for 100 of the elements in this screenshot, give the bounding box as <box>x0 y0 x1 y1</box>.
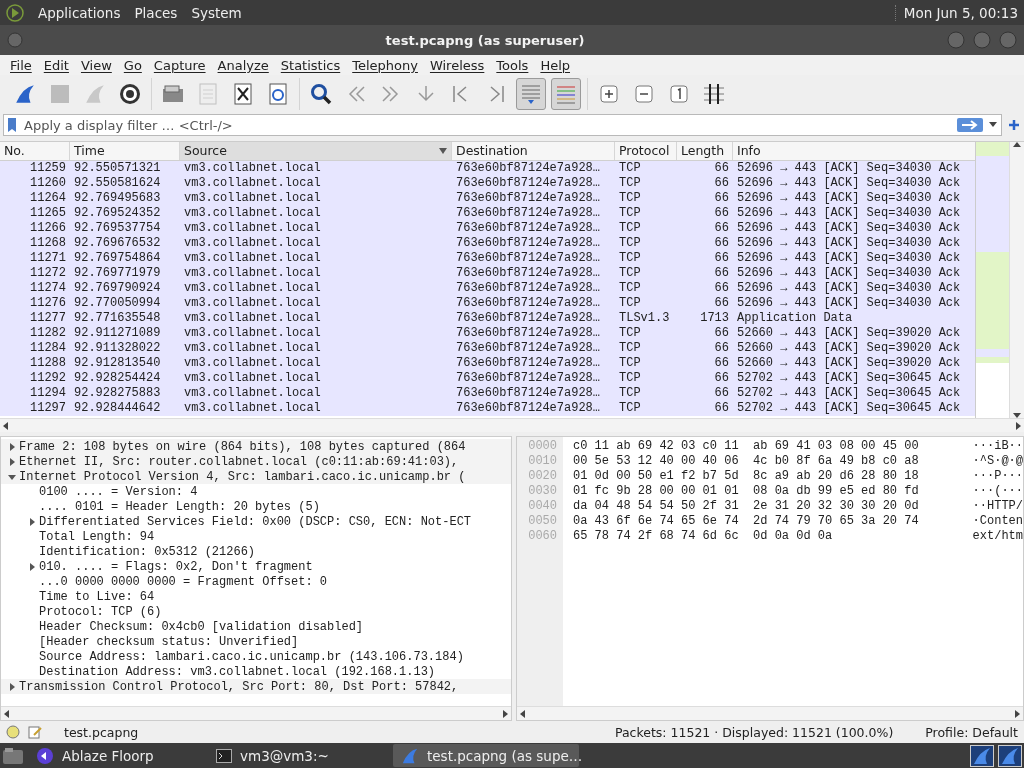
taskbar-item[interactable]: vm3@vm3:~ <box>208 744 389 767</box>
table-cell-text: TLSv1.3 <box>618 311 671 326</box>
hex-bytes[interactable]: 01 0d 00 50 e1 f2 b7 5d 8c a9 ab 20 d6 28 80 18 <box>573 469 963 484</box>
hex-bytes[interactable]: 01 fc 9b 28 00 00 01 01 08 0a db 99 e5 ed 80 fd <box>573 484 963 499</box>
collapsed-arrow-icon[interactable] <box>8 442 16 451</box>
table-cell-text: TCP <box>618 251 642 266</box>
menu-item[interactable]: Edit <box>37 57 75 73</box>
table-cell-text: TCP <box>618 281 642 296</box>
window-control-icon[interactable] <box>972 30 992 50</box>
tree-item[interactable]: Source Address: lambari.caco.ic.unicamp.br (143.106.73.184) <box>39 649 464 664</box>
menu-item[interactable]: Analyze <box>211 57 275 73</box>
menu-item[interactable]: Telephony <box>346 57 424 73</box>
table-cell-text: 92.771635548 <box>73 311 162 326</box>
tree-item[interactable]: Total Length: 94 <box>39 529 155 544</box>
table-cell-text: 52696 → 443 [ACK] Seq=34030 Ack <box>736 296 962 311</box>
menu-item[interactable]: File <box>4 57 38 73</box>
table-cell-text: 92.550581624 <box>73 176 162 191</box>
ascii-bytes[interactable]: ···(··· <box>963 484 1023 499</box>
column-header[interactable]: Source <box>180 142 452 160</box>
menu-item[interactable]: Capture <box>147 57 212 73</box>
menu-item[interactable]: Tools <box>490 57 535 73</box>
tree-item[interactable]: Differentiated Services Field: 0x00 (DSCP: CS0, ECN: Not-ECT <box>39 514 472 529</box>
tree-item[interactable]: Protocol: TCP (6) <box>39 604 162 619</box>
table-cell-text: 52702 → 443 [ACK] Seq=30645 Ack <box>736 386 962 401</box>
table-cell-text: 763e60bf87124e7a928… <box>455 401 602 416</box>
add-filter-icon[interactable] <box>1008 119 1020 131</box>
horizontal-scrollbar[interactable] <box>1 706 511 720</box>
file-manager-icon[interactable] <box>2 745 24 766</box>
edit-icon[interactable] <box>28 725 42 739</box>
table-cell-text: 11292 <box>29 371 67 386</box>
display-filter-field[interactable]: Apply a display filter … <Ctrl-/> <box>22 116 951 134</box>
workspace-icon[interactable] <box>998 744 1022 767</box>
window-control-icon[interactable] <box>998 30 1018 50</box>
menu-item[interactable]: Statistics <box>274 57 347 73</box>
menu-item[interactable]: Help <box>534 57 576 73</box>
column-header[interactable]: Destination <box>452 142 615 160</box>
column-header[interactable]: No. <box>0 142 70 160</box>
ascii-bytes[interactable]: ··HTTP/ <box>963 499 1023 514</box>
hex-bytes[interactable]: 0a 43 6f 6e 74 65 6e 74 2d 74 79 70 65 3a 20 74 <box>573 514 963 529</box>
ascii-bytes[interactable]: ···iB·· <box>963 439 1023 454</box>
ascii-bytes[interactable]: ·^S·@·@ <box>963 454 1023 469</box>
tree-item[interactable]: 0100 .... = Version: 4 <box>39 484 198 499</box>
tree-item[interactable]: Identification: 0x5312 (21266) <box>39 544 256 559</box>
tree-item[interactable]: ...0 0000 0000 0000 = Fragment Offset: 0 <box>39 574 328 589</box>
clock[interactable]: Mon Jun 5, 00:13 <box>894 4 1018 21</box>
panel-menu[interactable]: System <box>191 4 242 21</box>
expanded-arrow-icon[interactable] <box>8 472 16 481</box>
taskbar-item[interactable]: test.pcapng (as supe… <box>393 744 579 767</box>
byte-offset: 0020 <box>527 469 558 484</box>
reload-icon <box>268 82 288 106</box>
horizontal-scrollbar[interactable] <box>517 706 1023 720</box>
table-cell-text: TCP <box>618 296 642 311</box>
filter-field[interactable]: Apply a display filter … <Ctrl-/> <box>3 114 1002 136</box>
horizontal-scrollbar[interactable] <box>0 418 1024 432</box>
dropdown-caret-icon[interactable] <box>989 122 997 128</box>
collapsed-arrow-icon[interactable] <box>8 682 16 691</box>
ascii-bytes[interactable]: ···P··· <box>963 469 1023 484</box>
table-cell-text: 52696 → 443 [ACK] Seq=34030 Ack <box>736 206 962 221</box>
tree-item[interactable]: .... 0101 = Header Length: 20 bytes (5) <box>39 499 320 514</box>
table-cell-text: vm3.collabnet.local <box>183 176 322 191</box>
table-cell-text: 763e60bf87124e7a928… <box>455 326 602 341</box>
tree-item[interactable]: [Header checksum status: Unverified] <box>39 634 299 649</box>
profile-label[interactable]: Profile: Default <box>925 724 1018 740</box>
table-cell-text: 52696 → 443 [ACK] Seq=34030 Ack <box>736 191 962 206</box>
table-cell-text: TCP <box>618 176 642 191</box>
collapsed-arrow-icon[interactable] <box>28 562 36 571</box>
table-cell-text: vm3.collabnet.local <box>183 206 322 221</box>
menu-item[interactable]: Go <box>117 57 148 73</box>
tree-item[interactable]: 010. .... = Flags: 0x2, Don't fragment <box>39 559 313 574</box>
menu-item[interactable]: View <box>74 57 118 73</box>
window-menu-icon[interactable] <box>6 31 24 49</box>
table-cell-text: 66 <box>713 386 730 401</box>
panel-menu[interactable]: Applications <box>38 4 121 21</box>
menu-item[interactable]: Wireless <box>423 57 491 73</box>
table-cell-text: vm3.collabnet.local <box>183 341 322 356</box>
column-header[interactable]: Length <box>677 142 733 160</box>
collapsed-arrow-icon[interactable] <box>28 517 36 526</box>
hex-bytes[interactable]: 65 78 74 2f 68 74 6d 6c 0d 0a 0d 0a <box>573 529 963 544</box>
lines-icon <box>519 82 543 106</box>
tree-item[interactable]: Destination Address: vm3.collabnet.local (192.168.1.13) <box>39 664 436 679</box>
ascii-bytes[interactable]: ·Conten <box>963 514 1023 529</box>
workspace-icon[interactable] <box>970 744 994 767</box>
column-header[interactable]: Protocol <box>615 142 677 160</box>
table-cell-text: TCP <box>618 266 642 281</box>
vertical-scrollbar[interactable] <box>1009 142 1024 418</box>
table-cell-text: vm3.collabnet.local <box>183 191 322 206</box>
hex-bytes[interactable]: c0 11 ab 69 42 03 c0 11 ab 69 41 03 08 00 45 00 <box>573 439 963 454</box>
window-control-icon[interactable] <box>946 30 966 50</box>
packet-count: Packets: 11521 · Displayed: 11521 (100.0%) <box>614 724 894 740</box>
ascii-bytes[interactable]: ext/htm <box>963 529 1023 544</box>
hex-bytes[interactable]: da 04 48 54 54 50 2f 31 2e 31 20 32 30 30 20 0d <box>573 499 963 514</box>
collapsed-arrow-icon[interactable] <box>8 457 16 466</box>
panel-menu[interactable]: Places <box>134 4 178 21</box>
taskbar-item[interactable]: Ablaze Floorp <box>28 744 204 767</box>
hex-bytes[interactable]: 00 5e 53 12 40 00 40 06 4c b0 8f 6a 49 b8 c0 a8 <box>573 454 963 469</box>
tree-item[interactable]: Header Checksum: 0x4cb0 [validation disabled] <box>39 619 364 634</box>
table-cell-text: 66 <box>713 236 730 251</box>
table-cell-text: 66 <box>713 356 730 371</box>
tree-item[interactable]: Time to Live: 64 <box>39 589 155 604</box>
table-cell-text: vm3.collabnet.local <box>183 356 322 371</box>
